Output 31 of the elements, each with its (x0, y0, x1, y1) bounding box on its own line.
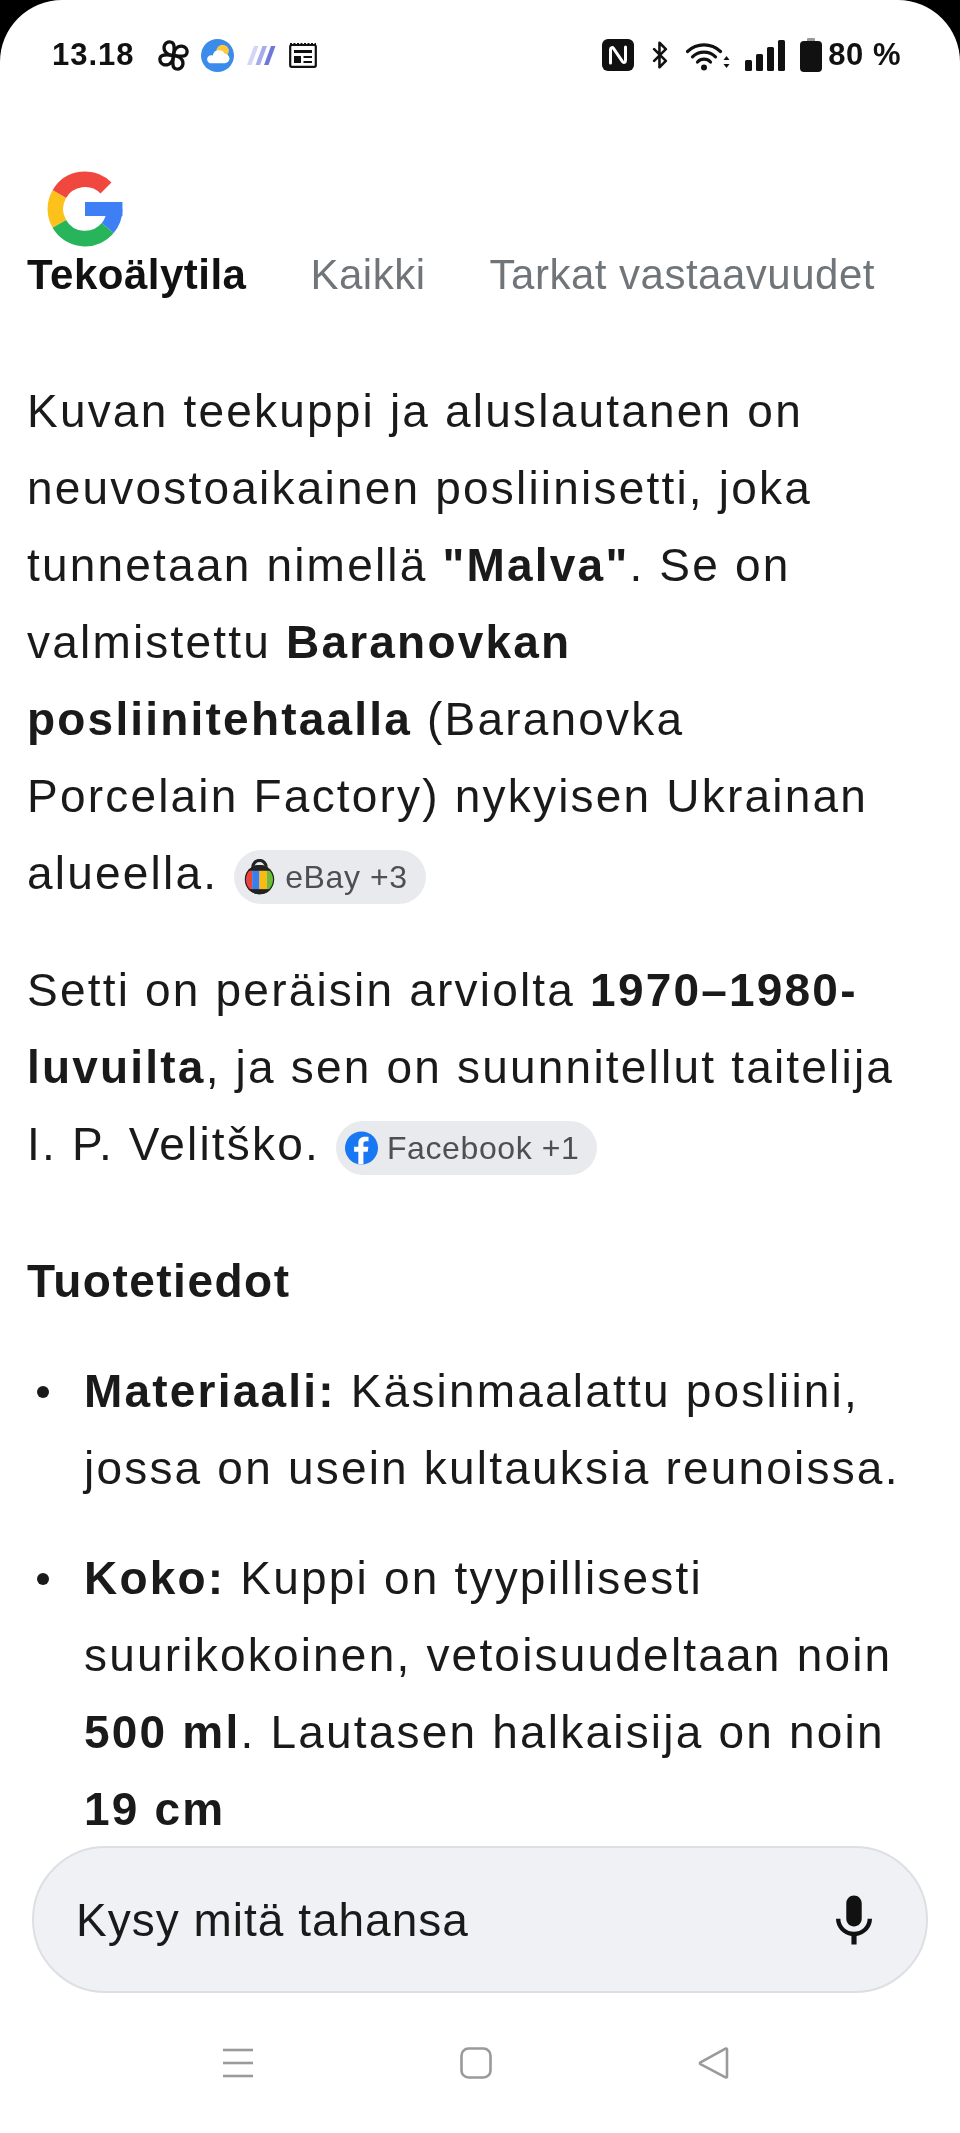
menu-icon[interactable] (222, 2047, 254, 2079)
status-time: 13.18 (52, 37, 135, 73)
bluetooth-icon (652, 41, 669, 69)
answer-text: Kuvan teekuppi ja aluslautanen on neuvostoaikainen posliinisetti, joka tunnetaan nimellä "Malva". Se on valmistettu Baranovkan posliinitehtaalla (Baranovka Porcelain Factory) nykyisen Ukrainan alueella. eBay +3 (27, 373, 904, 912)
signal-icon (745, 39, 786, 71)
app-logo-icon (245, 43, 277, 67)
nfc-icon (602, 39, 635, 71)
bullet-icon (37, 1386, 49, 1398)
section-heading: Tuotetiedot (27, 1254, 292, 1309)
bullet-text: Materiaali: Käsinmaalattu posliini, jossa on usein kultauksia reunoissa. (84, 1364, 901, 1496)
battery-percent: 80 % (828, 37, 901, 73)
g-logo-icon (46, 170, 124, 248)
pinwheel-icon (157, 39, 189, 71)
source-chip[interactable]: Facebook +1 (335, 1120, 598, 1175)
ask-field[interactable]: Kysy mitä tahansa (76, 1892, 836, 1947)
tab[interactable]: Tarkat vastaavuudet (489, 250, 875, 300)
tab[interactable]: Kaikki (310, 250, 426, 300)
shopping-bag-icon (243, 858, 277, 895)
ask-bar[interactable]: Kysy mitä tahansa (32, 1846, 928, 1993)
weather-icon (200, 38, 234, 72)
tab[interactable]: Tekoälytila (27, 250, 247, 300)
source-chip[interactable]: eBay +3 (234, 849, 426, 904)
back-icon[interactable] (698, 2047, 730, 2079)
bullet-icon (37, 1573, 49, 1585)
facebook-icon (344, 1129, 378, 1166)
battery-icon (800, 38, 823, 72)
home-icon[interactable] (460, 2047, 492, 2079)
answer-text: Setti on peräisin arviolta 1970–1980-luvuilta, ja sen on suunnitellut taitelija I. P. Velitško. Facebook +1 (27, 952, 904, 1183)
microphone-icon[interactable] (836, 1894, 872, 1945)
bullet-text: Koko: Kuppi on tyypillisesti suurikokoinen, vetoisuudeltaan noin 500 ml. Lautasen halkaisija on noin 19 cm (84, 1551, 894, 1837)
newspaper-icon (288, 42, 317, 68)
